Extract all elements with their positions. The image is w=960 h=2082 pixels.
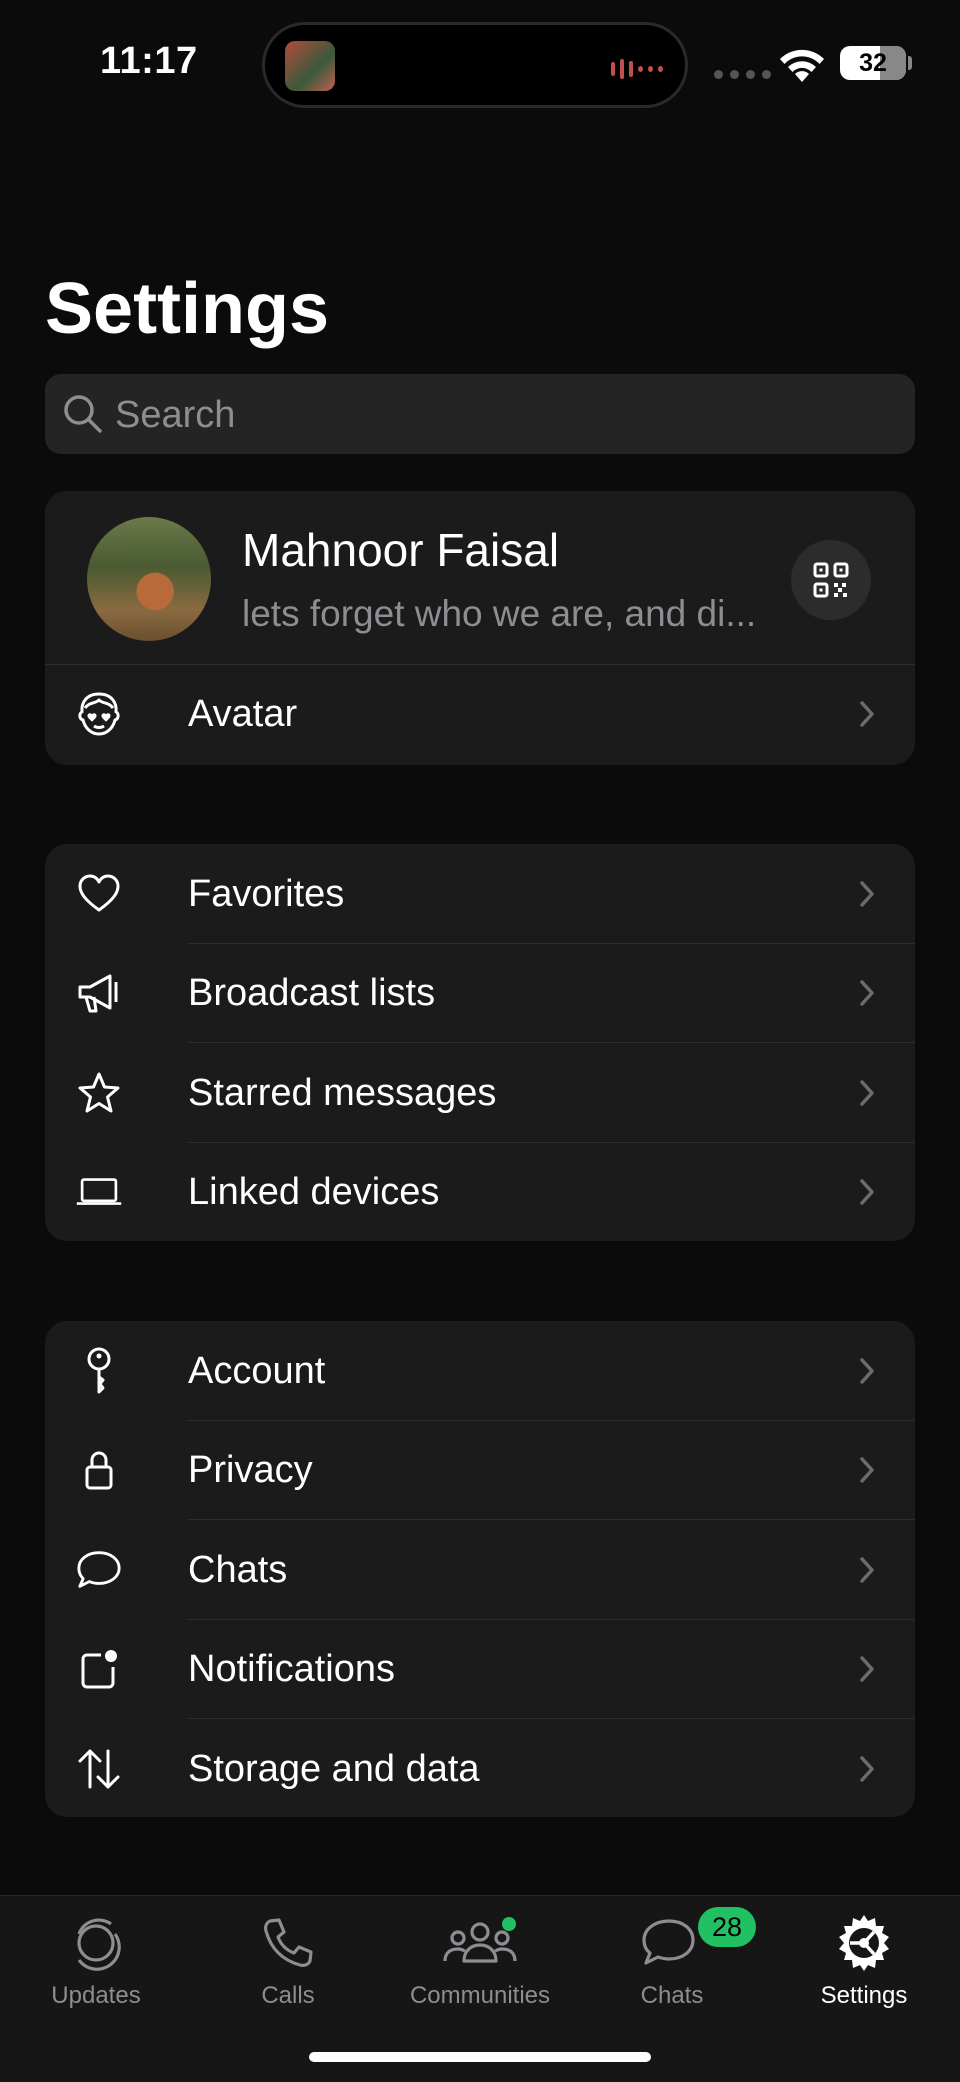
megaphone-icon <box>75 969 123 1017</box>
chevron-right-icon <box>859 979 875 1012</box>
lock-icon <box>75 1446 123 1494</box>
profile-header[interactable]: Mahnoor Faisal lets forget who we are, a… <box>45 491 915 664</box>
communities-activity-dot <box>502 1917 516 1931</box>
battery-tip <box>908 56 912 70</box>
chevron-right-icon <box>859 1655 875 1688</box>
search-placeholder: Search <box>115 394 236 436</box>
chevron-right-icon <box>859 700 875 733</box>
tab-calls[interactable]: Calls <box>192 1910 384 2010</box>
settings-row-label: Linked devices <box>188 1171 440 1213</box>
settings-row-label: Account <box>188 1350 326 1392</box>
tab-label: Calls <box>261 1982 315 2009</box>
settings-row-chats[interactable]: Chats <box>45 1520 915 1620</box>
dynamic-island[interactable] <box>262 22 688 108</box>
search-icon <box>61 392 105 441</box>
qr-code-icon <box>813 562 849 598</box>
tab-settings[interactable]: Settings <box>768 1910 960 2010</box>
tab-communities[interactable]: Communities <box>384 1910 576 2010</box>
profile-card: Mahnoor Faisal lets forget who we are, a… <box>45 491 915 765</box>
page-title: Settings <box>45 269 330 349</box>
settings-row-label: Avatar <box>188 693 298 735</box>
search-input[interactable]: Search <box>45 374 915 454</box>
settings-group-account: Account Privacy Chats Notifications Stor… <box>45 1321 915 1817</box>
settings-row-label: Starred messages <box>188 1072 497 1114</box>
tab-label: Communities <box>409 1982 551 2009</box>
phone-icon <box>192 1910 384 1976</box>
chevron-right-icon <box>859 1755 875 1788</box>
profile-status: lets forget who we are, and di... <box>242 593 757 634</box>
heart-icon <box>75 870 123 918</box>
settings-row-account[interactable]: Account <box>45 1321 915 1421</box>
settings-row-label: Chats <box>188 1549 288 1591</box>
tab-label: Updates <box>51 1982 141 2009</box>
tab-updates[interactable]: Updates <box>0 1910 192 2010</box>
wifi-icon <box>776 46 828 89</box>
tab-label: Chats <box>640 1982 704 2009</box>
audio-wave-icon <box>611 59 663 79</box>
key-icon <box>75 1347 123 1395</box>
chevron-right-icon <box>859 1556 875 1589</box>
updates-icon <box>0 1910 192 1976</box>
settings-row-label: Privacy <box>188 1449 313 1491</box>
settings-group-lists: Favorites Broadcast lists Starred messag… <box>45 844 915 1241</box>
status-time: 11:17 <box>100 40 198 82</box>
star-icon <box>75 1069 123 1117</box>
settings-row-broadcast-lists[interactable]: Broadcast lists <box>45 943 915 1043</box>
battery-level: 32 <box>859 49 887 77</box>
profile-name: Mahnoor Faisal <box>242 524 560 576</box>
settings-gear-icon <box>768 1910 960 1976</box>
settings-row-notifications[interactable]: Notifications <box>45 1619 915 1719</box>
settings-row-avatar[interactable]: Avatar <box>45 664 915 764</box>
settings-row-privacy[interactable]: Privacy <box>45 1420 915 1520</box>
chevron-right-icon <box>859 880 875 913</box>
cellular-signal-icon <box>714 70 771 79</box>
settings-row-starred-messages[interactable]: Starred messages <box>45 1043 915 1143</box>
arrows-updown-icon <box>75 1745 123 1793</box>
settings-row-label: Favorites <box>188 873 345 915</box>
settings-row-storage-and-data[interactable]: Storage and data <box>45 1719 915 1817</box>
chevron-right-icon <box>859 1357 875 1390</box>
settings-row-favorites[interactable]: Favorites <box>45 844 915 944</box>
avatar-icon <box>75 690 123 738</box>
chevron-right-icon <box>859 1456 875 1489</box>
settings-row-label: Storage and data <box>188 1748 480 1790</box>
settings-row-linked-devices[interactable]: Linked devices <box>45 1142 915 1241</box>
home-indicator[interactable] <box>309 2052 651 2062</box>
unread-badge: 28 <box>698 1907 756 1947</box>
chevron-right-icon <box>859 1178 875 1211</box>
chevron-right-icon <box>859 1079 875 1112</box>
now-playing-artwork <box>285 41 335 91</box>
qr-code-button[interactable] <box>791 540 871 620</box>
tab-label: Settings <box>820 1982 908 2009</box>
battery-icon: 32 <box>840 46 906 80</box>
notification-icon <box>75 1645 123 1693</box>
chat-bubble-icon <box>75 1546 123 1594</box>
laptop-icon <box>75 1168 123 1216</box>
communities-icon <box>384 1910 576 1976</box>
profile-photo[interactable] <box>87 517 211 641</box>
settings-row-label: Broadcast lists <box>188 972 436 1014</box>
settings-row-label: Notifications <box>188 1648 395 1690</box>
